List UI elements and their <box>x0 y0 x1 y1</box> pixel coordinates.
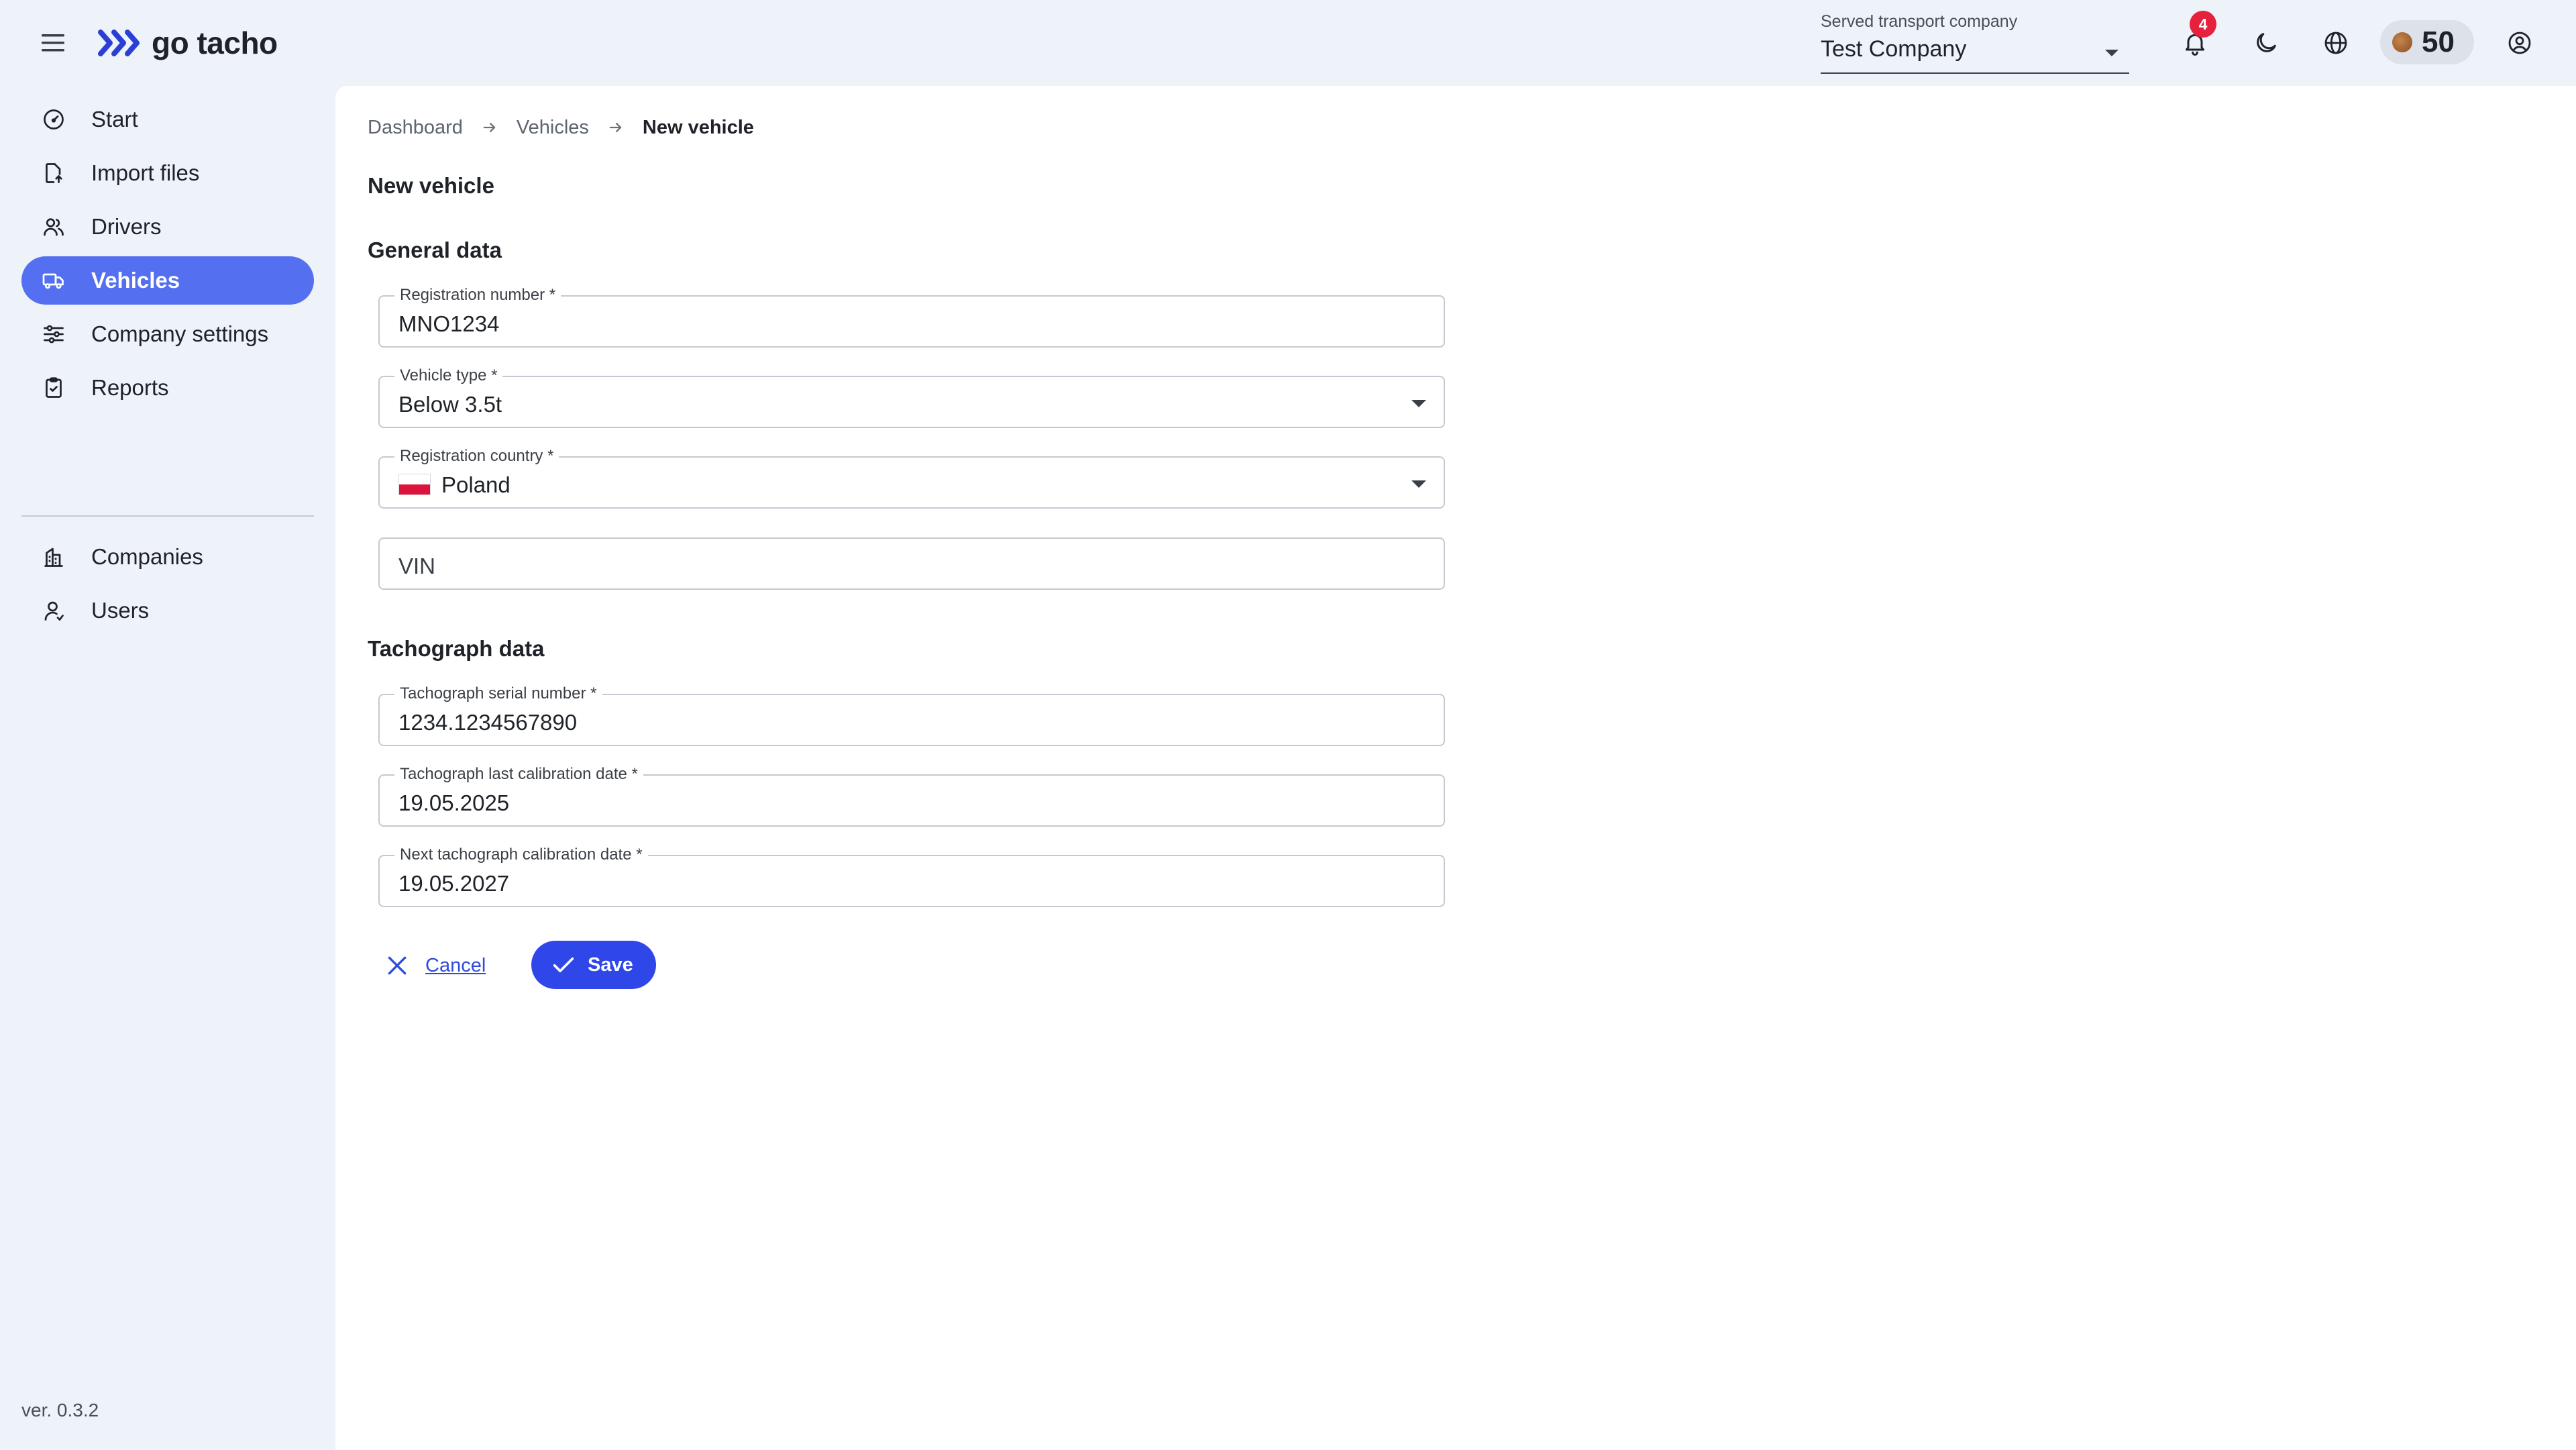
save-button[interactable]: Save <box>531 941 656 989</box>
sidebar-item-companies[interactable]: Companies <box>21 533 314 581</box>
poland-flag-icon <box>398 474 431 495</box>
section-title-tachograph: Tachograph data <box>368 636 545 661</box>
sidebar-item-drivers[interactable]: Drivers <box>21 203 314 251</box>
logo-chevrons-icon <box>98 30 140 56</box>
next-calibration-date-input[interactable]: 19.05.2027 <box>398 871 509 896</box>
brand-name: go tacho <box>152 25 278 60</box>
sidebar: Start Import files Drivers Vehicles Comp… <box>0 86 335 1450</box>
app-version: ver. 0.3.2 <box>21 1400 99 1420</box>
company-select[interactable]: Served transport company Test Company <box>1821 12 2129 74</box>
sidebar-divider <box>21 515 314 517</box>
field-label: Tachograph serial number * <box>394 684 602 704</box>
sidebar-item-start[interactable]: Start <box>21 95 314 144</box>
sidebar-item-reports[interactable]: Reports <box>21 364 314 412</box>
field-label: Next tachograph calibration date * <box>394 845 648 865</box>
sidebar-item-label: Vehicles <box>91 268 180 293</box>
user-icon <box>44 601 64 621</box>
vehicle-type-select[interactable]: Vehicle type * Below 3.5t <box>378 366 1445 428</box>
file-import-icon <box>46 163 62 183</box>
sidebar-item-vehicles[interactable]: Vehicles <box>21 256 314 305</box>
field-label: Tachograph last calibration date * <box>394 764 643 784</box>
main-content: Dashboard Vehicles New vehicle New vehic… <box>335 86 2576 1450</box>
coin-icon <box>2392 32 2412 52</box>
sidebar-item-users[interactable]: Users <box>21 586 314 635</box>
cancel-label: Cancel <box>425 954 486 976</box>
sliders-icon <box>44 325 64 344</box>
sidebar-item-company-settings[interactable]: Company settings <box>21 310 314 358</box>
registration-number-input[interactable]: MNO1234 <box>398 311 499 337</box>
users-icon <box>44 218 64 236</box>
sidebar-item-label: Company settings <box>91 321 269 346</box>
sidebar-item-label: Companies <box>91 544 203 569</box>
moon-icon <box>2257 33 2276 52</box>
building-icon <box>44 548 63 567</box>
gauge-icon <box>44 109 64 130</box>
sidebar-item-label: Users <box>91 598 150 623</box>
breadcrumb-dashboard[interactable]: Dashboard <box>368 117 463 139</box>
next-calibration-date-field[interactable]: Next tachograph calibration date * 19.05… <box>378 845 1445 907</box>
credits-value: 50 <box>2422 25 2455 58</box>
tachograph-serial-field[interactable]: Tachograph serial number * 1234.12345678… <box>378 684 1445 746</box>
field-label: Vehicle type * <box>394 366 503 386</box>
save-label: Save <box>588 953 633 976</box>
credits-badge[interactable]: 50 <box>2380 20 2474 64</box>
registration-country-value: Poland <box>441 472 511 497</box>
arrow-right-icon <box>483 123 496 132</box>
caret-down-icon <box>1411 400 1426 407</box>
globe-icon <box>2324 32 2347 54</box>
page-title: New vehicle <box>368 173 494 198</box>
language-button[interactable] <box>2317 24 2355 62</box>
tachograph-serial-input[interactable]: 1234.1234567890 <box>398 710 577 735</box>
breadcrumb-vehicles[interactable]: Vehicles <box>517 117 589 139</box>
notification-badge: 4 <box>2190 11 2216 38</box>
company-select-value: Test Company <box>1821 36 1967 62</box>
dark-mode-button[interactable] <box>2247 24 2285 62</box>
field-label: Registration number * <box>394 285 561 305</box>
vin-field[interactable]: VIN <box>378 537 1445 590</box>
section-title-general: General data <box>368 238 502 262</box>
caret-down-icon <box>1411 480 1426 488</box>
vehicle-type-value: Below 3.5t <box>398 392 502 417</box>
close-icon <box>388 956 407 975</box>
company-select-label: Served transport company <box>1821 12 2018 31</box>
arrow-right-icon <box>609 123 622 132</box>
last-calibration-date-input[interactable]: 19.05.2025 <box>398 790 509 816</box>
sidebar-item-label: Drivers <box>91 214 162 239</box>
breadcrumb-current: New vehicle <box>642 116 754 138</box>
registration-number-field[interactable]: Registration number * MNO1234 <box>378 285 1445 348</box>
menu-icon[interactable] <box>39 30 68 56</box>
caret-down-icon <box>2105 50 2118 56</box>
account-icon <box>2508 32 2531 54</box>
last-calibration-date-field[interactable]: Tachograph last calibration date * 19.05… <box>378 764 1445 827</box>
field-label: Registration country * <box>394 446 559 466</box>
cancel-button[interactable]: Cancel <box>384 942 486 989</box>
account-button[interactable] <box>2501 24 2538 62</box>
sidebar-item-import-files[interactable]: Import files <box>21 149 314 197</box>
truck-icon <box>42 273 64 289</box>
sidebar-item-label: Reports <box>91 375 169 400</box>
logo[interactable]: go tacho <box>98 24 278 62</box>
sidebar-item-label: Start <box>91 107 138 132</box>
registration-country-select[interactable]: Registration country * Poland <box>378 446 1445 509</box>
check-icon <box>553 957 574 972</box>
breadcrumb: Dashboard Vehicles New vehicle <box>368 114 754 141</box>
vin-input-placeholder[interactable]: VIN <box>398 554 435 579</box>
top-bar: go tacho Served transport company Test C… <box>0 0 2576 86</box>
sidebar-item-label: Import files <box>91 160 200 185</box>
clipboard-icon <box>46 377 62 398</box>
